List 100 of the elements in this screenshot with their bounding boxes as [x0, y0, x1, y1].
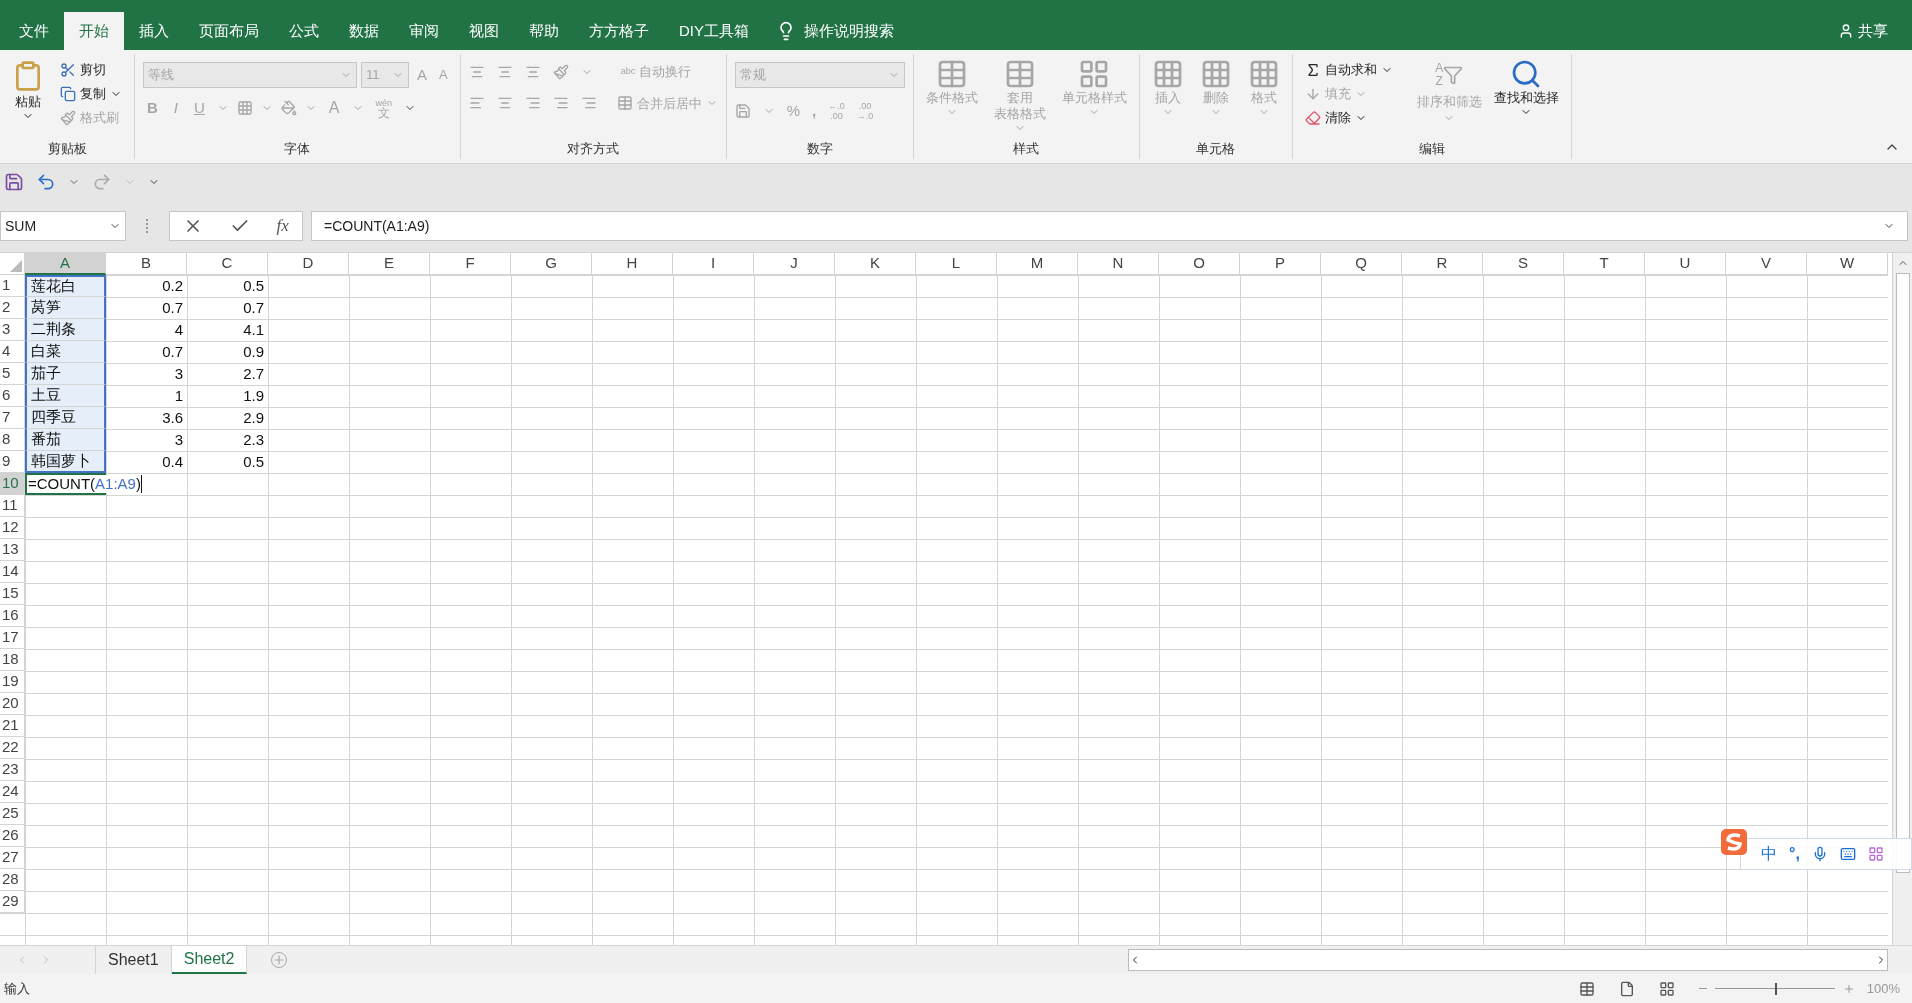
group-label: 字体: [284, 140, 311, 159]
row-header[interactable]: 21: [0, 715, 25, 737]
ribbon-button[interactable]: 粘贴: [8, 58, 48, 122]
column-header[interactable]: B: [106, 253, 187, 275]
row-header[interactable]: 27: [0, 847, 25, 869]
row-header[interactable]: 16: [0, 605, 25, 627]
ribbon-tab[interactable]: 开始: [64, 12, 124, 50]
ribbon-tab[interactable]: 文件: [4, 12, 64, 50]
column-header[interactable]: C: [187, 253, 268, 275]
apps-icon[interactable]: [1867, 846, 1884, 862]
row-header[interactable]: 7: [0, 407, 25, 429]
column-header[interactable]: V: [1726, 253, 1807, 275]
redo-icon[interactable]: [92, 172, 112, 192]
column-header[interactable]: P: [1240, 253, 1321, 275]
column-header[interactable]: W: [1807, 253, 1888, 275]
search-button[interactable]: 操作说明搜索: [776, 12, 894, 50]
column-header[interactable]: E: [349, 253, 430, 275]
column-header[interactable]: J: [754, 253, 835, 275]
ribbon-button[interactable]: 清除: [1300, 106, 1397, 130]
ribbon-tab[interactable]: 审阅: [394, 12, 454, 50]
insert-function-button[interactable]: fx: [276, 213, 289, 239]
column-header[interactable]: R: [1402, 253, 1483, 275]
column-header[interactable]: T: [1564, 253, 1645, 275]
column-header[interactable]: Q: [1321, 253, 1402, 275]
ribbon-tab[interactable]: 公式: [274, 12, 334, 50]
row-header[interactable]: 12: [0, 517, 25, 539]
column-header[interactable]: U: [1645, 253, 1726, 275]
row-header[interactable]: 8: [0, 429, 25, 451]
row-header[interactable]: 13: [0, 539, 25, 561]
page-layout-icon[interactable]: [1618, 980, 1635, 997]
ime-punctuation[interactable]: °,: [1789, 842, 1800, 866]
ribbon-button[interactable]: 查找和选择: [1489, 58, 1563, 118]
row-header[interactable]: 14: [0, 561, 25, 583]
save-icon[interactable]: [4, 172, 24, 192]
row-header[interactable]: 23: [0, 759, 25, 781]
row-header[interactable]: 2: [0, 297, 25, 319]
column-header[interactable]: G: [511, 253, 592, 275]
column-header[interactable]: A: [25, 253, 106, 275]
row-header[interactable]: 24: [0, 781, 25, 803]
ribbon-tab[interactable]: 插入: [124, 12, 184, 50]
column-header[interactable]: L: [916, 253, 997, 275]
column-header[interactable]: D: [268, 253, 349, 275]
scroll-thumb[interactable]: [1895, 273, 1910, 873]
share-button[interactable]: 共享: [1838, 12, 1888, 50]
ribbon-tab[interactable]: 方方格子: [574, 12, 664, 50]
ribbon-button[interactable]: 剪切: [56, 58, 126, 82]
sheet-tab[interactable]: Sheet2: [171, 946, 248, 974]
row-header[interactable]: 3: [0, 319, 25, 341]
column-header[interactable]: I: [673, 253, 754, 275]
ribbon-button[interactable]: 自动求和: [1300, 58, 1397, 82]
ribbon-tab[interactable]: 数据: [334, 12, 394, 50]
eraser-icon: [1304, 110, 1321, 126]
copy-icon: [60, 86, 76, 102]
row-header[interactable]: 28: [0, 869, 25, 891]
undo-icon[interactable]: [36, 172, 56, 192]
row-header[interactable]: 4: [0, 341, 25, 363]
zoom-in-icon[interactable]: [1842, 982, 1855, 995]
row-header[interactable]: 5: [0, 363, 25, 385]
ribbon-tab[interactable]: 帮助: [514, 12, 574, 50]
keyboard-icon[interactable]: [1839, 846, 1856, 862]
column-header[interactable]: H: [592, 253, 673, 275]
ribbon-tab[interactable]: 视图: [454, 12, 514, 50]
row-header[interactable]: 17: [0, 627, 25, 649]
formula-field[interactable]: =COUNT(A1:A9): [311, 211, 1908, 241]
row-header[interactable]: 10: [0, 473, 25, 495]
table-cell: 莴笋: [25, 297, 106, 319]
horizontal-scrollbar[interactable]: [1128, 949, 1888, 971]
row-header[interactable]: 6: [0, 385, 25, 407]
column-header[interactable]: K: [835, 253, 916, 275]
zoom-thumb[interactable]: [1774, 982, 1777, 995]
row-header[interactable]: 11: [0, 495, 25, 517]
column-header[interactable]: M: [997, 253, 1078, 275]
row-header[interactable]: 1: [0, 275, 25, 297]
ime-mode[interactable]: 中: [1761, 842, 1777, 866]
ribbon-button[interactable]: 复制: [56, 82, 126, 106]
row-header[interactable]: 19: [0, 671, 25, 693]
row-header[interactable]: 29: [0, 891, 25, 913]
column-header[interactable]: S: [1483, 253, 1564, 275]
row-header[interactable]: 25: [0, 803, 25, 825]
row-header[interactable]: 15: [0, 583, 25, 605]
name-box[interactable]: SUM: [0, 211, 126, 241]
table-cell-text: 3: [173, 429, 184, 450]
column-header[interactable]: N: [1078, 253, 1159, 275]
ribbon-tab[interactable]: DIY工具箱: [664, 12, 764, 50]
row-header[interactable]: 9: [0, 451, 25, 473]
cell-editor[interactable]: =COUNT(A1:A9): [28, 475, 142, 493]
table-cell: 土豆: [25, 385, 106, 407]
vertical-scrollbar[interactable]: [1892, 253, 1912, 945]
row-header[interactable]: 26: [0, 825, 25, 847]
ribbon-tab[interactable]: 页面布局: [184, 12, 274, 50]
column-header[interactable]: F: [430, 253, 511, 275]
table-cell-text: 4: [173, 319, 184, 340]
zoom-slider[interactable]: [1714, 982, 1835, 995]
row-header[interactable]: 20: [0, 693, 25, 715]
row-header[interactable]: 18: [0, 649, 25, 671]
column-header[interactable]: O: [1159, 253, 1240, 275]
table-cell-text: 4.1: [242, 319, 265, 340]
group-label: 编辑: [1418, 140, 1445, 159]
normal-view-icon[interactable]: [1578, 980, 1595, 997]
row-header[interactable]: 22: [0, 737, 25, 759]
